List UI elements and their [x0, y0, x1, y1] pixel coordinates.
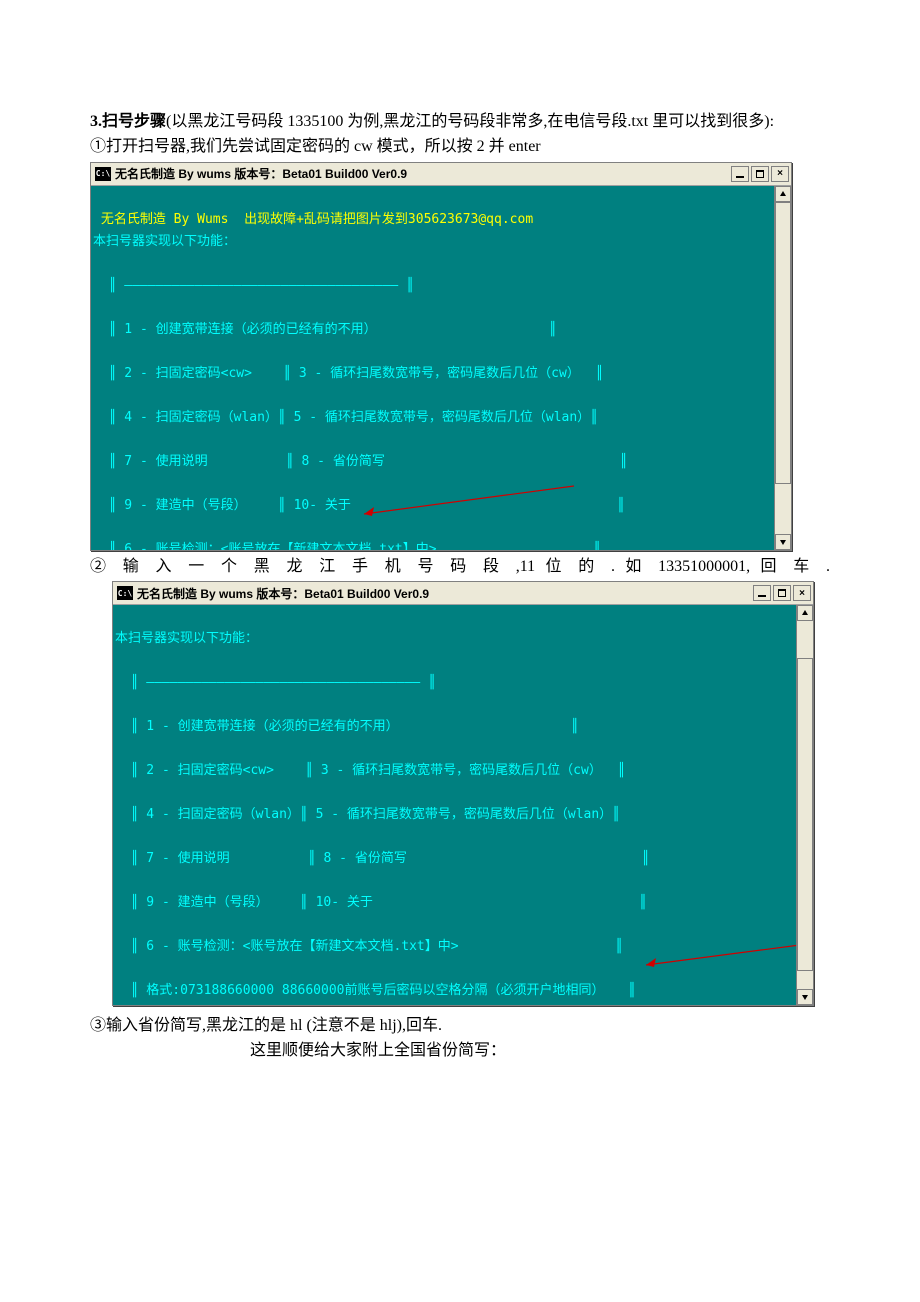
term-intro: 本扫号器实现以下功能： — [115, 631, 258, 646]
vertical-scrollbar[interactable] — [796, 605, 813, 1005]
scroll-down-button[interactable] — [797, 989, 813, 1005]
term-menu-4: ║ 7 - 使用说明 ║ 8 - 省份简写 ║ — [93, 454, 627, 469]
term-menu-6: ║ 6 - 账号检测：<账号放在【新建文本文档.txt】中> ║ — [93, 542, 601, 550]
scroll-track[interactable] — [775, 202, 791, 534]
scroll-thumb[interactable] — [775, 202, 791, 484]
titlebar[interactable]: C:\ 无名氏制造 By wums 版本号：Beta01 Build00 Ver… — [91, 163, 791, 186]
scroll-up-button[interactable] — [797, 605, 813, 621]
term-menu-3: ║ 4 - 扫固定密码（wlan）║ 5 - 循环扫尾数宽带号，密码尾数后几位（… — [115, 807, 620, 822]
window-title: 无名氏制造 By wums 版本号：Beta01 Build00 Ver0.9 — [137, 585, 751, 602]
step-number: 3.扫号步骤 — [90, 113, 166, 130]
close-button[interactable]: × — [793, 585, 811, 601]
console-window-1: C:\ 无名氏制造 By wums 版本号：Beta01 Build00 Ver… — [90, 162, 792, 551]
term-menu-5: ║ 9 - 建造中（号段） ║ 10- 关于 ║ — [93, 498, 625, 513]
terminal-output[interactable]: 无名氏制造 By Wums 出现故障+乱码请把图片发到305623673@qq.… — [91, 186, 774, 550]
note-text: 这里顺便给大家附上全国省份简写： — [250, 1039, 830, 1064]
step-3-text: ③输入省份简写,黑龙江的是 hl (注意不是 hlj),回车. — [90, 1014, 830, 1039]
step-heading: 3.扫号步骤(以黑龙江号码段 1335100 为例,黑龙江的号码段非常多,在电信… — [90, 110, 830, 135]
step-1-text: ①打开扫号器,我们先尝试固定密码的 cw 模式，所以按 2 并 enter — [90, 135, 830, 160]
term-menu-3: ║ 4 - 扫固定密码（wlan）║ 5 - 循环扫尾数宽带号，密码尾数后几位（… — [93, 410, 598, 425]
titlebar[interactable]: C:\ 无名氏制造 By wums 版本号：Beta01 Build00 Ver… — [113, 582, 813, 605]
term-sep: ║ ——————————————————————————————————— ║ — [93, 278, 414, 293]
minimize-button[interactable] — [731, 166, 749, 182]
close-button[interactable]: × — [771, 166, 789, 182]
app-icon: C:\ — [95, 167, 111, 181]
terminal-output[interactable]: 本扫号器实现以下功能： ║ ——————————————————————————… — [113, 605, 796, 1005]
term-menu-7: ║ 格式:073188660000 88660000前账号后密码以空格分隔（必须… — [115, 983, 636, 998]
console-window-2: C:\ 无名氏制造 By wums 版本号：Beta01 Build00 Ver… — [112, 581, 814, 1006]
term-menu-5: ║ 9 - 建造中（号段） ║ 10- 关于 ║ — [115, 895, 647, 910]
step-tail: (以黑龙江号码段 1335100 为例,黑龙江的号码段非常多,在电信号段.txt… — [166, 113, 774, 130]
term-menu-6: ║ 6 - 账号检测：<账号放在【新建文本文档.txt】中> ║ — [115, 939, 623, 954]
term-menu-2: ║ 2 - 扫固定密码<cw> ║ 3 - 循环扫尾数宽带号，密码尾数后几位（c… — [93, 366, 603, 381]
scroll-down-button[interactable] — [775, 534, 791, 550]
maximize-button[interactable] — [773, 585, 791, 601]
term-menu-1: ║ 1 - 创建宽带连接（必须的已经有的不用） ║ — [115, 719, 579, 734]
vertical-scrollbar[interactable] — [774, 186, 791, 550]
document-page: 3.扫号步骤(以黑龙江号码段 1335100 为例,黑龙江的号码段非常多,在电信… — [0, 0, 920, 1104]
scroll-thumb[interactable] — [797, 658, 813, 971]
term-sep: ║ ——————————————————————————————————— ║ — [115, 675, 436, 690]
term-menu-1: ║ 1 - 创建宽带连接（必须的已经有的不用） ║ — [93, 322, 557, 337]
scroll-up-button[interactable] — [775, 186, 791, 202]
term-header: 无名氏制造 By Wums 出现故障+乱码请把图片发到305623673@qq.… — [93, 212, 533, 227]
window-title: 无名氏制造 By wums 版本号：Beta01 Build00 Ver0.9 — [115, 165, 729, 182]
term-intro: 本扫号器实现以下功能： — [93, 234, 236, 249]
minimize-button[interactable] — [753, 585, 771, 601]
scroll-track[interactable] — [797, 621, 813, 989]
app-icon: C:\ — [117, 586, 133, 600]
maximize-button[interactable] — [751, 166, 769, 182]
term-menu-2: ║ 2 - 扫固定密码<cw> ║ 3 - 循环扫尾数宽带号，密码尾数后几位（c… — [115, 763, 625, 778]
step-2-text: ② 输 入 一 个 黑 龙 江 手 机 号 码 段 ,11 位 的 . 如 13… — [90, 555, 830, 580]
term-menu-4: ║ 7 - 使用说明 ║ 8 - 省份简写 ║ — [115, 851, 649, 866]
